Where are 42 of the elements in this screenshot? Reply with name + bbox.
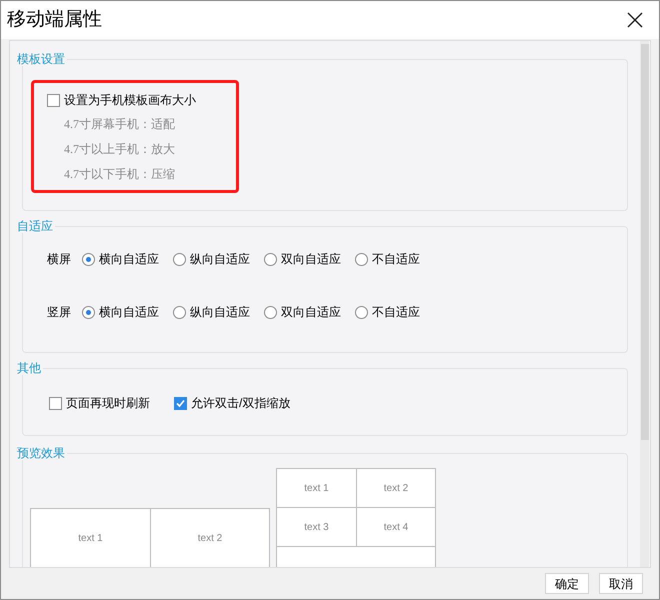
table-cell: text 2 [356,469,435,508]
radio-button[interactable] [82,306,95,318]
table-cell: text 3 [277,508,356,547]
note-text: 4.7寸以上手机：放大 [63,140,176,158]
group-title: 其他 [17,361,43,375]
checkbox[interactable] [47,94,60,106]
table-cell: text 4 [356,508,435,547]
note-text: 4.7寸以下手机：压缩 [63,166,176,182]
dialog-button[interactable]: 确定 [545,573,589,594]
table-cell-text: text 1 [77,532,104,546]
radio-label: 纵向自适应 [190,304,250,321]
dialog-button[interactable]: 取消 [599,573,643,594]
note-text: 4.7寸屏幕手机：适配 [63,116,176,132]
row-label: 竖屏 [47,304,72,321]
radio-label: 横向自适应 [99,251,159,268]
checkbox[interactable] [49,396,62,410]
close-icon[interactable] [627,12,643,28]
checkbox-label: 页面再现时刷新 [66,395,150,412]
window-title: 移动端属性 [7,8,102,32]
radio-label: 不自适应 [372,251,420,268]
radio-button[interactable] [173,306,186,318]
checkbox-label: 允许双击/双指缩放 [191,395,290,412]
radio-button[interactable] [173,252,186,266]
scrollbar-thumb[interactable] [641,44,649,440]
radio-button[interactable] [264,252,277,266]
radio-button[interactable] [355,252,368,266]
table-cell: text 1 [277,469,356,508]
group-title: 模板设置 [17,52,67,66]
radio-label: 纵向自适应 [190,251,250,268]
checkbox[interactable] [174,396,187,410]
radio-label: 横向自适应 [99,304,159,321]
radio-label: 双向自适应 [281,251,341,268]
radio-button[interactable] [82,252,95,266]
radio-label: 不自适应 [372,304,420,321]
radio-label: 双向自适应 [281,304,341,321]
radio-button[interactable] [355,306,368,318]
row-label: 横屏 [47,251,72,268]
table-cell: text 2 [150,509,269,567]
checkbox-label: 设置为手机模板画布大小 [64,92,196,109]
radio-button[interactable] [264,306,277,318]
group-title: 预览效果 [17,446,67,460]
group-title: 自适应 [17,219,55,233]
